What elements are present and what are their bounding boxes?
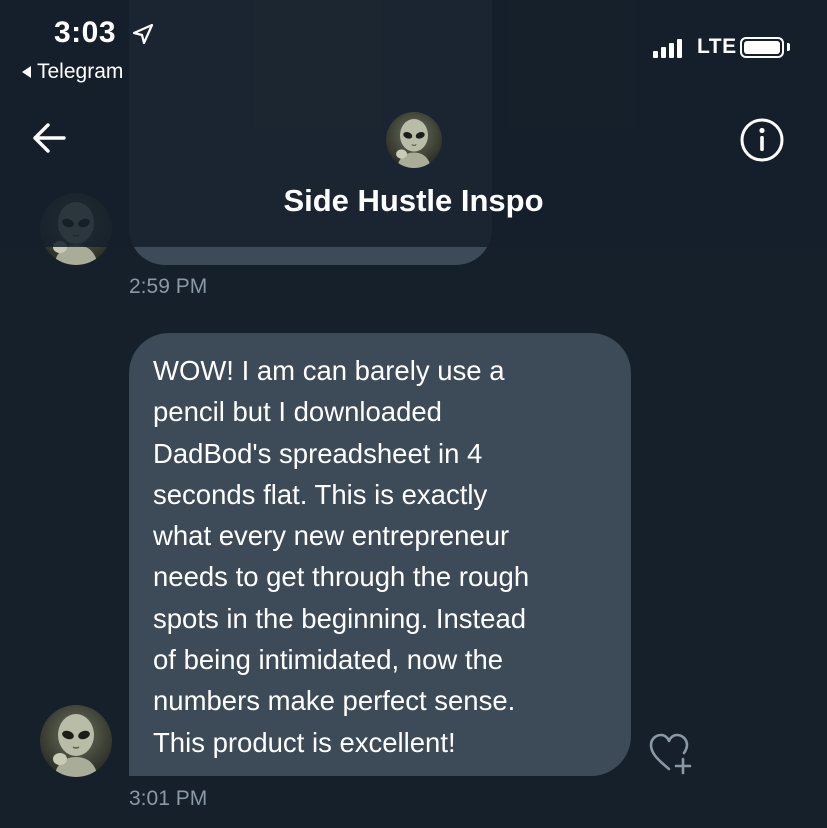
back-app-label: Telegram bbox=[37, 60, 124, 83]
battery-icon bbox=[740, 37, 784, 58]
signal-icon bbox=[653, 38, 682, 58]
network-label: LTE bbox=[697, 35, 737, 58]
message-timestamp: 3:01 PM bbox=[129, 787, 208, 810]
back-to-app-link[interactable]: Telegram bbox=[22, 60, 123, 84]
back-triangle-icon bbox=[22, 66, 31, 78]
chat-title[interactable]: Side Hustle Inspo bbox=[0, 183, 827, 219]
message-timestamp: 2:59 PM bbox=[129, 275, 208, 298]
location-arrow-icon bbox=[132, 23, 154, 45]
arrow-left-icon[interactable] bbox=[28, 118, 72, 158]
status-time: 3:03 bbox=[54, 16, 117, 49]
info-icon[interactable] bbox=[738, 116, 786, 164]
battery-tip bbox=[787, 43, 790, 51]
sender-avatar[interactable] bbox=[40, 705, 112, 777]
heart-plus-icon[interactable] bbox=[647, 731, 695, 775]
message-bubble[interactable]: WOW! I am can barely use a pencil but I … bbox=[129, 333, 631, 776]
message-text: WOW! I am can barely use a pencil but I … bbox=[153, 355, 530, 758]
chat-avatar[interactable] bbox=[386, 112, 442, 168]
